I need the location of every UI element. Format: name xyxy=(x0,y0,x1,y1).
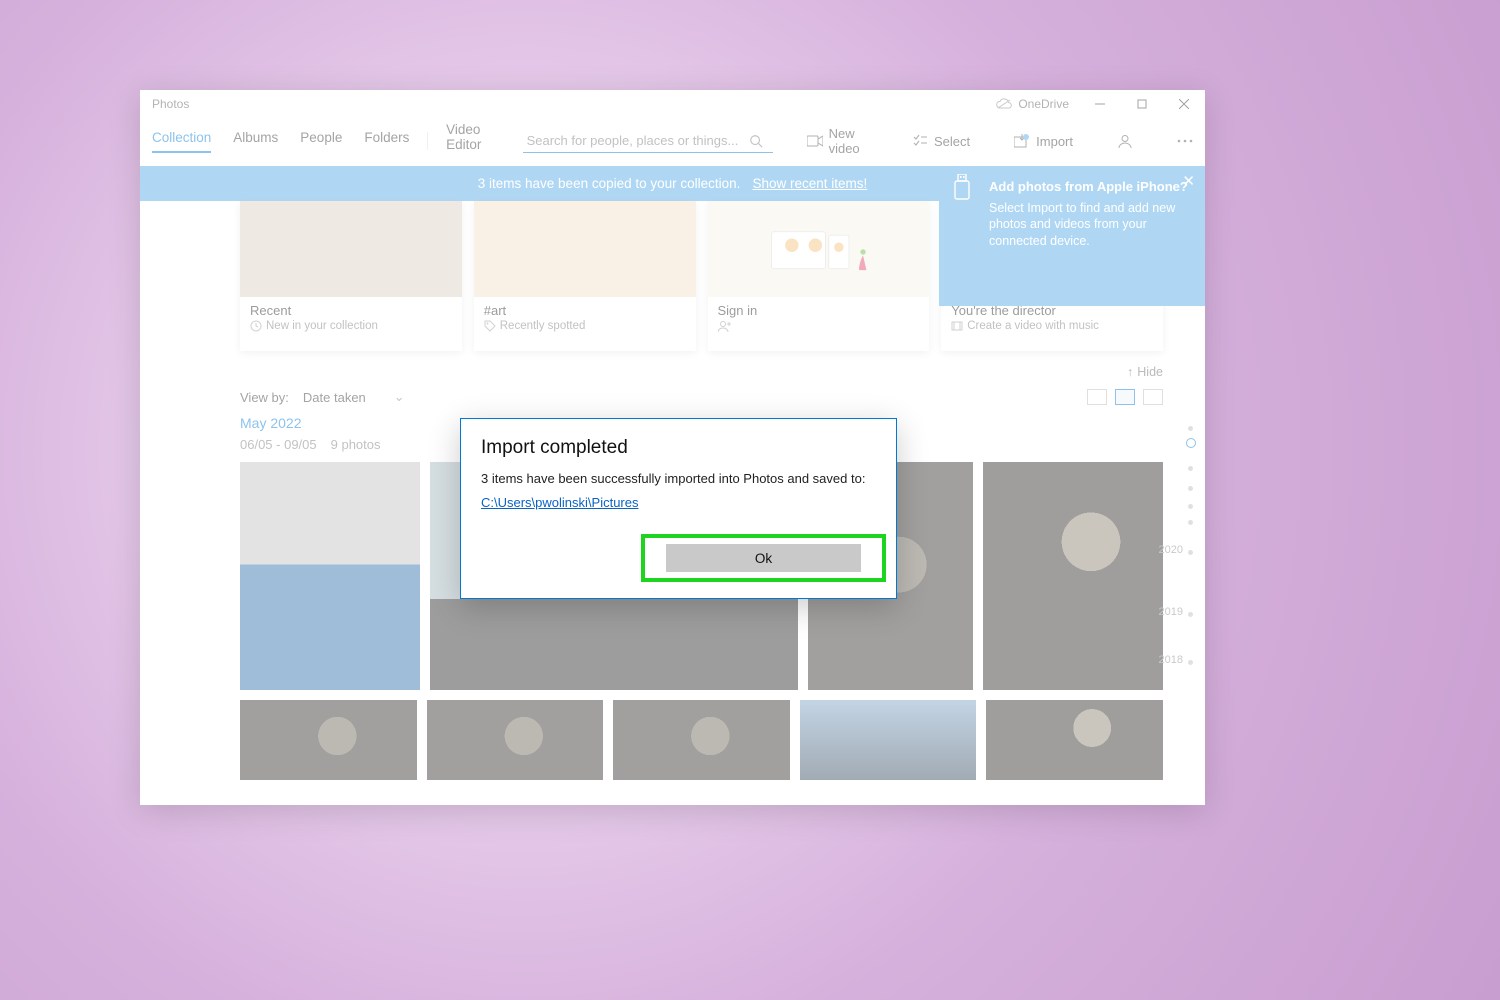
nav-tabbar: Collection Albums People Folders Video E… xyxy=(140,118,1205,166)
banner-link[interactable]: Show recent items! xyxy=(752,176,867,191)
search-input[interactable] xyxy=(523,129,773,153)
search-icon[interactable] xyxy=(749,134,763,148)
year-timeline[interactable]: 2020 2019 2018 xyxy=(1143,426,1193,795)
person-icon xyxy=(1117,133,1133,149)
clock-icon xyxy=(250,320,262,332)
view-single[interactable] xyxy=(1087,389,1107,405)
photo-thumb[interactable] xyxy=(240,700,417,780)
photo-thumb[interactable] xyxy=(240,462,420,690)
hide-label: Hide xyxy=(1137,365,1163,379)
account-button[interactable] xyxy=(1117,133,1133,149)
photo-grid-row-2 xyxy=(240,700,1163,780)
new-video-button[interactable]: New video xyxy=(807,126,868,156)
divider xyxy=(427,132,428,150)
ellipsis-icon xyxy=(1177,133,1193,149)
dialog-body: 3 items have been successfully imported … xyxy=(481,471,876,486)
timeline-year[interactable]: 2019 xyxy=(1159,606,1183,618)
minimize-button[interactable] xyxy=(1079,90,1121,118)
card-subtitle: Create a video with music xyxy=(967,320,1099,332)
photo-thumb[interactable] xyxy=(613,700,790,780)
viewby-value: Date taken xyxy=(303,390,366,405)
timeline-year[interactable]: 2018 xyxy=(1159,654,1183,666)
ok-highlight-frame: Ok xyxy=(641,534,886,582)
onedrive-status[interactable]: OneDrive xyxy=(996,97,1069,111)
card-thumb xyxy=(708,201,930,297)
onedrive-label: OneDrive xyxy=(1018,97,1069,111)
timeline-year[interactable]: 2020 xyxy=(1159,544,1183,556)
card-title: Recent xyxy=(250,303,452,318)
card-subtitle: Recently spotted xyxy=(500,320,586,332)
view-grid-small[interactable] xyxy=(1143,389,1163,405)
section-date-range: 06/05 - 09/05 xyxy=(240,437,317,452)
view-size-toggle xyxy=(1087,389,1163,405)
checklist-icon xyxy=(912,133,928,149)
chevron-down-icon: ⌄ xyxy=(394,389,405,405)
view-grid-medium[interactable] xyxy=(1115,389,1135,405)
photo-thumb[interactable] xyxy=(427,700,604,780)
card-art[interactable]: #art Recently spotted xyxy=(474,201,696,351)
import-completed-dialog: Import completed 3 items have been succe… xyxy=(460,418,897,599)
card-subtitle: New in your collection xyxy=(266,320,378,332)
more-button[interactable] xyxy=(1177,133,1193,149)
photo-thumb[interactable] xyxy=(986,700,1163,780)
select-button[interactable]: Select xyxy=(912,133,970,149)
tag-icon xyxy=(484,320,496,332)
select-label: Select xyxy=(934,134,970,149)
tab-video-editor[interactable]: Video Editor xyxy=(446,122,500,160)
promo-title: Add photos from Apple iPhone? xyxy=(989,178,1191,196)
titlebar: Photos OneDrive xyxy=(140,90,1205,118)
dialog-path-link[interactable]: C:\Users\pwolinski\Pictures xyxy=(481,495,639,510)
cloud-off-icon xyxy=(996,98,1012,110)
viewby-dropdown[interactable]: Date taken ⌄ xyxy=(303,389,405,405)
card-title: Sign in xyxy=(718,303,920,318)
tab-collection[interactable]: Collection xyxy=(152,130,211,153)
promo-close-icon[interactable]: ✕ xyxy=(1182,172,1195,192)
usb-icon xyxy=(951,174,973,202)
photo-thumb[interactable] xyxy=(800,700,977,780)
video-icon xyxy=(807,133,823,149)
banner-text: 3 items have been copied to your collect… xyxy=(478,176,741,191)
device-promo: ✕ Add photos from Apple iPhone? Select I… xyxy=(939,166,1205,306)
photo-thumb[interactable] xyxy=(983,462,1163,690)
card-thumb xyxy=(240,201,462,297)
tab-folders[interactable]: Folders xyxy=(364,130,409,153)
hide-suggestions-button[interactable]: ↑ Hide xyxy=(1127,359,1163,389)
arrow-up-icon: ↑ xyxy=(1127,365,1133,379)
new-video-label: New video xyxy=(829,126,868,156)
card-signin[interactable]: Sign in xyxy=(708,201,930,351)
promo-body: Select Import to find and add new photos… xyxy=(989,200,1191,251)
import-icon xyxy=(1014,133,1030,149)
info-banner: 3 items have been copied to your collect… xyxy=(140,166,1205,201)
card-recent[interactable]: Recent New in your collection xyxy=(240,201,462,351)
close-button[interactable] xyxy=(1163,90,1205,118)
tab-albums[interactable]: Albums xyxy=(233,130,278,153)
dialog-title: Import completed xyxy=(481,437,876,459)
card-title: #art xyxy=(484,303,686,318)
card-thumb xyxy=(474,201,696,297)
tab-people[interactable]: People xyxy=(300,130,342,153)
film-icon xyxy=(951,320,963,332)
ok-button[interactable]: Ok xyxy=(666,544,861,572)
import-button[interactable]: Import xyxy=(1014,133,1073,149)
maximize-button[interactable] xyxy=(1121,90,1163,118)
viewby-label: View by: xyxy=(240,390,289,405)
section-photo-count: 9 photos xyxy=(331,437,381,452)
view-toolbar: View by: Date taken ⌄ xyxy=(240,389,1163,405)
person-add-icon xyxy=(718,320,732,332)
app-title: Photos xyxy=(152,97,189,111)
import-label: Import xyxy=(1036,134,1073,149)
